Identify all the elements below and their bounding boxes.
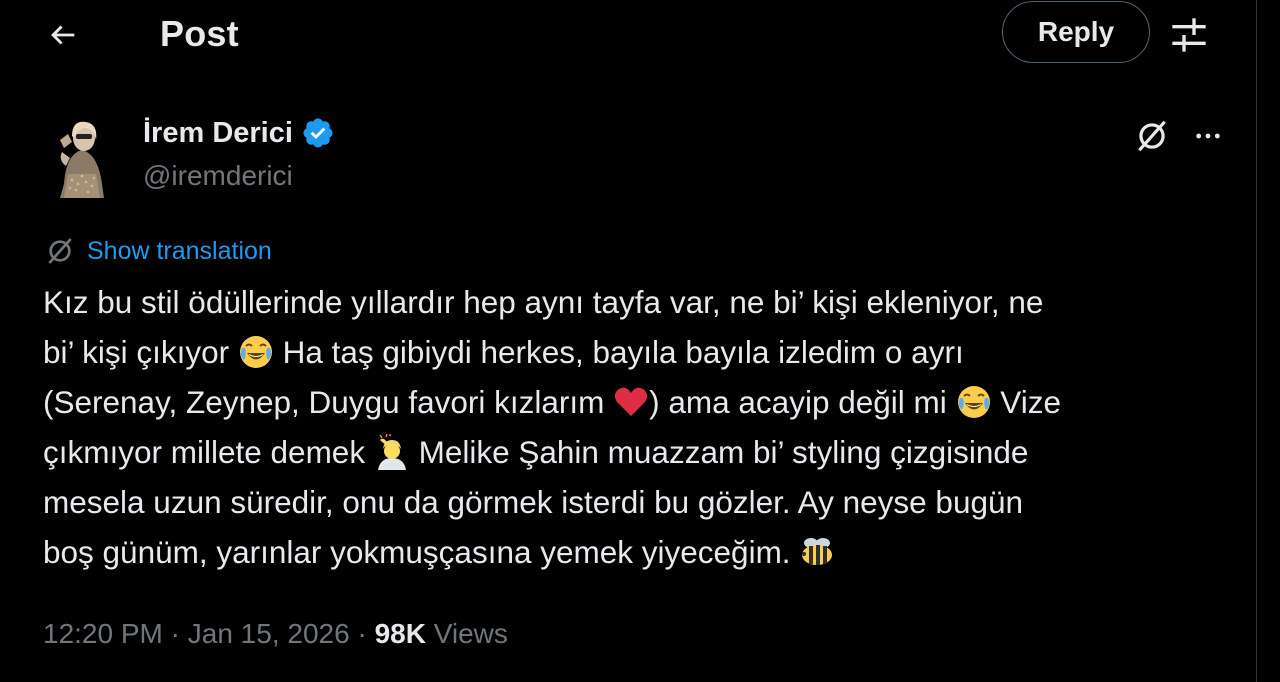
tweet-text-segment: Vize [991, 384, 1061, 420]
verified-badge-icon [303, 118, 333, 148]
views-label: Views [425, 618, 508, 649]
tweet-text-segment: mesela uzun süredir, onu da görmek ister… [43, 484, 1024, 520]
post-time[interactable]: 12:20 PM [43, 618, 163, 649]
author-name[interactable]: İrem Derici [143, 114, 335, 152]
more-button[interactable] [1186, 114, 1230, 158]
tweet-text-segment: ) ama acayip değil mi [649, 384, 956, 420]
tweet-text-segment: çıkmıyor millete demek [43, 434, 374, 470]
tweet-line: (Serenay, Zeynep, Duygu favori kızlarım … [43, 377, 1233, 427]
tweet-text-segment: Kız bu stil ödüllerinde yıllardır hep ay… [43, 284, 1044, 320]
meta-separator: · [349, 618, 375, 649]
tweet-text: Kız bu stil ödüllerinde yıllardır hep ay… [43, 277, 1233, 577]
author-name-text: İrem Derici [143, 117, 293, 149]
tweet-line: bi’ kişi çıkıyor Ha taş gibiydi herkes, … [43, 327, 1233, 377]
translation-row: Show translation [44, 234, 272, 268]
avatar[interactable] [42, 114, 122, 198]
show-translation-link[interactable]: Show translation [87, 237, 272, 266]
person-facepalming-emoji [377, 434, 406, 470]
avatar-image [42, 114, 122, 198]
tweet-text-segment: (Serenay, Zeynep, Duygu favori kızlarım [43, 384, 614, 420]
tweet-text-segment: Melike Şahin muazzam bi’ styling çizgisi… [409, 434, 1029, 470]
page-title: Post [160, 13, 239, 54]
grok-icon [1138, 120, 1166, 152]
meta-separator: · [162, 618, 188, 649]
reply-filter-button[interactable] [1166, 12, 1212, 58]
tweet-line: çıkmıyor millete demek Melike Şahin muaz… [43, 427, 1233, 477]
back-button[interactable] [40, 12, 86, 58]
grok-icon [48, 238, 72, 264]
tweet-line: mesela uzun süredir, onu da görmek ister… [43, 477, 1233, 527]
views-count: 98K [374, 618, 426, 649]
post-page: Post Reply İrem Derici @iremderici Show … [0, 0, 1280, 682]
laughing-tears-emoji [239, 336, 272, 368]
post-meta: 12:20 PM · Jan 15, 2026 · 98K Views [43, 614, 508, 654]
tweet-text-segment: bi’ kişi çıkıyor [43, 334, 238, 370]
tweet-line: boş günüm, yarınlar yokmuşçasına yemek y… [43, 527, 1233, 577]
tweet-text-segment: boş günüm, yarınlar yokmuşçasına yemek y… [43, 534, 800, 570]
author-handle[interactable]: @iremderici [143, 158, 293, 194]
sliders-icon [1172, 18, 1206, 52]
red-heart-emoji [615, 387, 648, 416]
column-divider [1256, 0, 1257, 682]
post-date[interactable]: Jan 15, 2026 [188, 618, 350, 649]
page-header: Post Reply [0, 0, 1256, 66]
arrow-left-icon [51, 25, 75, 45]
bee-emoji [802, 538, 833, 565]
laughing-tears-emoji [957, 386, 990, 418]
tweet-text-segment: Ha taş gibiydi herkes, bayıla bayıla izl… [273, 334, 964, 370]
tweet-line: Kız bu stil ödüllerinde yıllardır hep ay… [43, 277, 1233, 327]
reply-button[interactable]: Reply [1002, 1, 1150, 63]
more-horizontal-icon [1196, 133, 1220, 139]
grok-button[interactable] [1130, 114, 1174, 158]
